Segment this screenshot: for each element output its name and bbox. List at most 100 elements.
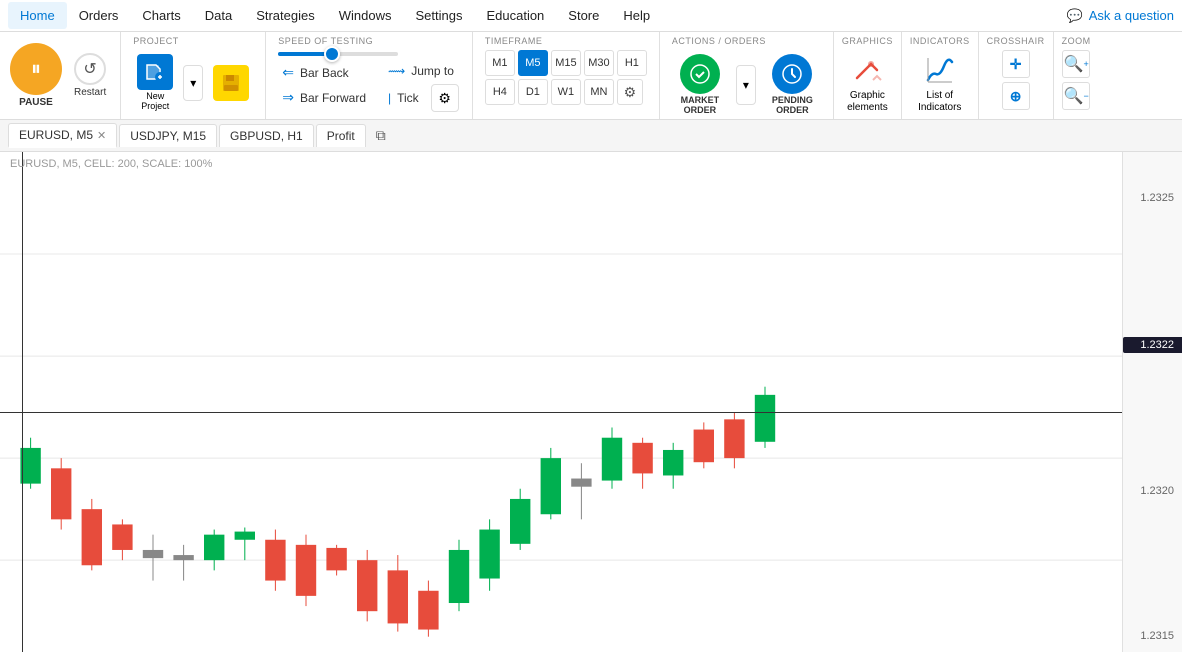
tf-mn[interactable]: MN [584, 79, 614, 105]
tf-m15[interactable]: M15 [551, 50, 581, 76]
timeframe-label: TIMEFRAME [485, 36, 647, 50]
pending-order-label: PENDINGORDER [772, 96, 813, 116]
tf-w1[interactable]: W1 [551, 79, 581, 105]
chart-tabs: EURUSD, M5 ✕ USDJPY, M15 GBPUSD, H1 Prof… [0, 120, 1182, 152]
speed-label: SPEED OF TESTING [278, 36, 460, 52]
actions-section: ACTIONS / ORDERS MARKETORDER ▾ [660, 32, 834, 119]
new-project-label: NewProject [141, 92, 169, 112]
price-low: 1.2315 [1123, 630, 1182, 642]
restart-icon: ↺ [74, 53, 106, 85]
tick-button[interactable]: | Tick [382, 89, 425, 107]
zoom-label: ZOOM [1062, 36, 1091, 50]
menu-item-settings[interactable]: Settings [403, 2, 474, 29]
chart-popup-icon[interactable]: ⧉ [376, 127, 386, 144]
indicators-section: INDICATORS List ofIndicators [902, 32, 979, 119]
tf-m5[interactable]: M5 [518, 50, 548, 76]
graphics-label: GRAPHICS [842, 36, 893, 50]
timeframe-settings-button[interactable]: ⚙ [617, 79, 643, 105]
indicators-label: INDICATORS [910, 36, 970, 50]
zoom-buttons: 🔍+ 🔍− [1062, 50, 1090, 110]
crosshair-label: CROSSHAIR [987, 36, 1045, 50]
bar-forward-icon: ⇒ [282, 89, 294, 106]
vertical-marker [22, 152, 23, 652]
speed-slider-container[interactable] [278, 52, 460, 56]
chart-tab-eurusd-m5[interactable]: EURUSD, M5 ✕ [8, 123, 117, 148]
tick-icon: | [388, 91, 391, 105]
candlestick-chart [0, 152, 1122, 652]
speed-slider[interactable] [278, 52, 398, 56]
bar-back-button[interactable]: ⇐ Bar Back [278, 62, 370, 83]
tf-m30[interactable]: M30 [584, 50, 614, 76]
menu-item-charts[interactable]: Charts [130, 2, 192, 29]
menu-item-data[interactable]: Data [193, 2, 244, 29]
new-project-icon [137, 54, 173, 90]
market-order-icon [680, 54, 720, 94]
menu-item-windows[interactable]: Windows [327, 2, 404, 29]
project-buttons: NewProject ▾ [133, 50, 253, 116]
menu-item-education[interactable]: Education [474, 2, 556, 29]
crosshair-move-button[interactable]: ✛ [1002, 50, 1030, 78]
crosshair-buttons: ✛ ⊕ [1002, 50, 1030, 110]
market-order-label: MARKETORDER [681, 96, 720, 116]
market-order-dropdown[interactable]: ▾ [736, 65, 756, 105]
chart-tab-profit[interactable]: Profit [316, 124, 366, 147]
price-mid: 1.2320 [1123, 485, 1182, 497]
actions-row: MARKETORDER ▾ PENDINGORDER [672, 50, 821, 120]
speed-section: SPEED OF TESTING ⇐ Bar Back ⇒ [266, 32, 473, 119]
tick-settings-button[interactable]: ⚙ [431, 84, 459, 112]
graphic-elements-button[interactable] [847, 50, 887, 90]
jump-to-icon: ⟿ [388, 64, 405, 78]
timeframe-section: TIMEFRAME M1 M5 M15 M30 H1 H4 D1 W1 MN ⚙ [473, 32, 660, 119]
bar-back-icon: ⇐ [282, 64, 294, 81]
zoom-out-button[interactable]: 🔍− [1062, 82, 1090, 110]
app-container: Home Orders Charts Data Strategies Windo… [0, 0, 1182, 652]
save-project-button[interactable] [209, 61, 253, 105]
pause-label: PAUSE [19, 97, 53, 108]
chart-info: EURUSD, M5, CELL: 200, SCALE: 100% [10, 158, 212, 170]
close-tab-eurusd[interactable]: ✕ [97, 129, 106, 142]
graphic-elements-label: Graphicelements [847, 90, 888, 114]
zoom-section: ZOOM 🔍+ 🔍− [1054, 32, 1099, 119]
menu-item-help[interactable]: Help [611, 2, 662, 29]
pause-icon: ⏸ [31, 58, 41, 81]
project-dropdown-arrow[interactable]: ▾ [183, 65, 203, 101]
restart-button[interactable]: ↺ Restart [70, 49, 110, 102]
tf-h1[interactable]: H1 [617, 50, 647, 76]
graphics-section: GRAPHICS Graphicelements [834, 32, 902, 119]
chat-icon: 💬 [1067, 8, 1083, 24]
menu-item-home[interactable]: Home [8, 2, 67, 29]
crosshair-pan-button[interactable]: ⊕ [1002, 82, 1030, 110]
new-project-button[interactable]: NewProject [133, 50, 177, 116]
project-section: PROJECT NewProject ▾ [121, 32, 266, 119]
menu-item-orders[interactable]: Orders [67, 2, 131, 29]
crosshair-section: CROSSHAIR ✛ ⊕ [979, 32, 1054, 119]
chart-tab-gbpusd-h1[interactable]: GBPUSD, H1 [219, 124, 314, 147]
price-high: 1.2325 [1123, 192, 1182, 204]
bar-forward-button[interactable]: ⇒ Bar Forward [278, 87, 370, 108]
current-price: 1.2322 [1123, 337, 1182, 353]
price-axis: 1.2325 1.2322 1.2320 1.2315 [1122, 152, 1182, 652]
list-of-indicators-button[interactable] [920, 50, 960, 90]
tf-h4[interactable]: H4 [485, 79, 515, 105]
actions-label: ACTIONS / ORDERS [672, 36, 821, 50]
crosshair-line [0, 412, 1122, 413]
menu-bar: Home Orders Charts Data Strategies Windo… [0, 0, 1182, 32]
list-of-indicators-label: List ofIndicators [918, 90, 961, 114]
pending-order-icon [772, 54, 812, 94]
jump-to-button[interactable]: ⟿ Jump to [382, 62, 460, 80]
pending-order-button[interactable]: PENDINGORDER [764, 50, 821, 120]
project-label: PROJECT [133, 36, 179, 50]
zoom-in-button[interactable]: 🔍+ [1062, 50, 1090, 78]
restart-label: Restart [74, 87, 106, 98]
tf-m1[interactable]: M1 [485, 50, 515, 76]
menu-item-strategies[interactable]: Strategies [244, 2, 327, 29]
toolbar: ⏸ PAUSE ↺ Restart PROJECT [0, 32, 1182, 120]
pause-button[interactable]: ⏸ [10, 43, 62, 95]
ask-question-button[interactable]: 💬 Ask a question [1067, 8, 1174, 24]
chart-area: EURUSD, M5, CELL: 200, SCALE: 100% 1.232… [0, 152, 1182, 652]
save-project-icon [213, 65, 249, 101]
market-order-button[interactable]: MARKETORDER [672, 50, 728, 120]
chart-tab-usdjpy-m15[interactable]: USDJPY, M15 [119, 124, 217, 147]
menu-item-store[interactable]: Store [556, 2, 611, 29]
tf-d1[interactable]: D1 [518, 79, 548, 105]
